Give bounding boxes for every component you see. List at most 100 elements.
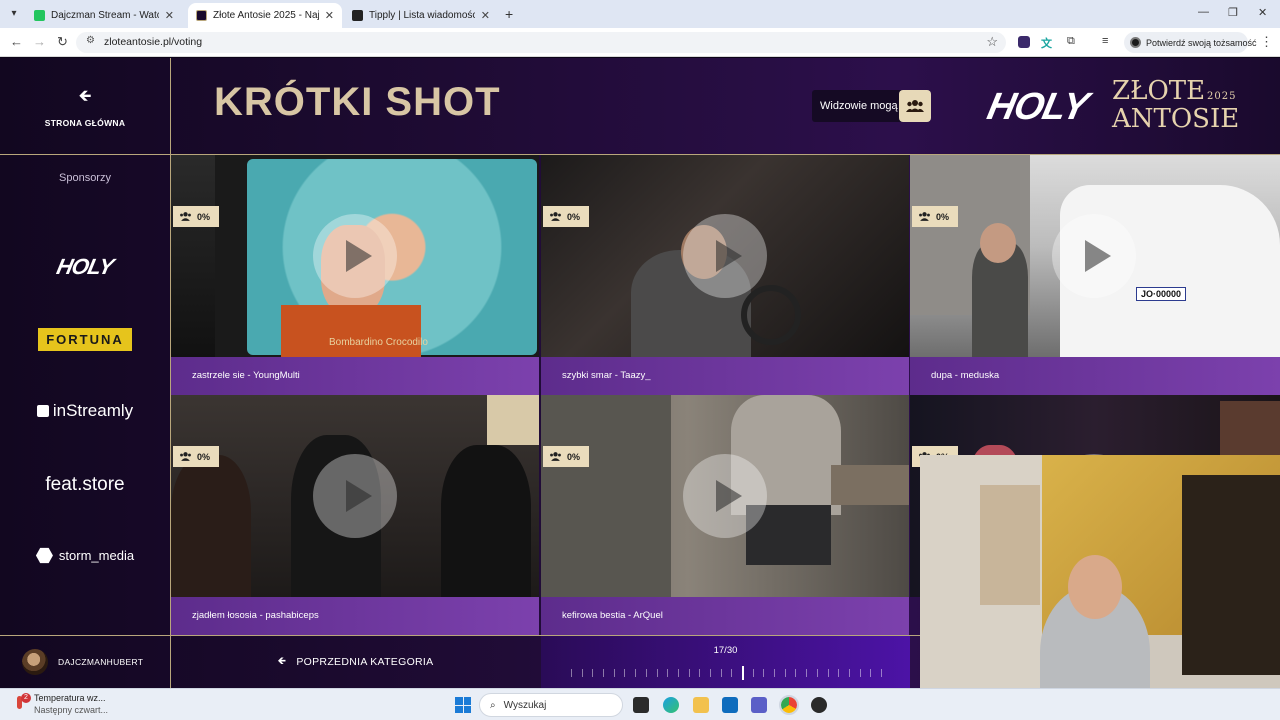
users-icon <box>550 212 561 221</box>
sponsor-name: feat.store <box>45 474 125 495</box>
app-icon[interactable] <box>811 697 827 713</box>
forward-icon[interactable]: → <box>33 35 46 49</box>
sponsor-name: FORTUNA <box>38 328 132 351</box>
minimize-icon[interactable]: — <box>1198 6 1209 18</box>
progress-tick <box>677 669 679 677</box>
progress-tick <box>827 669 829 677</box>
video-card[interactable]: JO·00000 0% dupa - meduska <box>910 155 1280 395</box>
sponsor-instreamly[interactable]: inStreamly <box>0 401 170 421</box>
play-button-icon[interactable] <box>1052 214 1136 298</box>
tab-close-icon[interactable]: ✕ <box>481 9 490 22</box>
notification-badge: 2 <box>21 693 31 703</box>
tab-close-icon[interactable]: ✕ <box>325 9 334 22</box>
tab-tipply[interactable]: Tipply | Lista wiadomości ✕ <box>344 3 498 28</box>
play-button-icon[interactable] <box>683 454 767 538</box>
chrome-icon[interactable] <box>779 695 799 715</box>
browser-menu-icon[interactable]: ⋮ <box>1260 34 1273 50</box>
previous-category-button[interactable]: 🡸 POPRZEDNIA KATEGORIA <box>171 636 540 688</box>
event-logo-year: 2025 <box>1207 91 1237 102</box>
user-profile[interactable]: DAJCZMANHUBERT <box>0 636 170 688</box>
progress-tick <box>688 669 690 677</box>
vote-percent: 0% <box>567 211 581 222</box>
vote-percent-badge: 0% <box>173 446 219 467</box>
reading-list-icon[interactable]: ≡ <box>1102 35 1108 47</box>
edge-icon[interactable] <box>663 697 679 713</box>
storm-media-mark-icon <box>35 547 53 564</box>
url-text[interactable]: zloteantosie.pl/voting <box>104 36 202 48</box>
kick-favicon-icon <box>34 10 45 21</box>
vote-percent-badge: 0% <box>543 446 589 467</box>
window-close-icon[interactable]: ✕ <box>1258 6 1267 19</box>
maximize-icon[interactable]: ❐ <box>1228 6 1238 19</box>
home-link[interactable]: 🡸 STRONA GŁÓWNA <box>0 58 170 154</box>
users-icon <box>550 452 561 461</box>
tab-label: Złote Antosie 2025 - Największ <box>213 10 319 21</box>
progress-tick <box>870 669 872 677</box>
site-info-icon[interactable]: ⚙ <box>86 35 95 46</box>
weather-widget[interactable]: 2 Temperatura wz... Następny czwart... <box>12 692 108 716</box>
video-card[interactable]: 0% zjadłem łososia - pashabiceps <box>171 395 539 635</box>
progress-tick <box>592 669 594 677</box>
video-title: szybki smar - Taazy_ <box>541 357 909 395</box>
video-title: dupa - meduska <box>910 357 1280 395</box>
viewers-label: Widzowie mogą <box>812 90 906 122</box>
progress-ticks <box>571 666 882 680</box>
tab-close-icon[interactable]: ✕ <box>165 9 174 22</box>
video-card[interactable]: 0% kefirowa bestia - ArQuel <box>541 395 909 635</box>
play-button-icon[interactable] <box>683 214 767 298</box>
users-icon <box>180 212 191 221</box>
progress-tick <box>613 669 615 677</box>
teams-icon[interactable] <box>751 697 767 713</box>
thermometer-icon: 2 <box>12 693 31 712</box>
sponsor-name: HOLY <box>54 254 116 279</box>
video-card[interactable]: 0% szybki smar - Taazy_ <box>541 155 909 395</box>
tab-zlote-antosie[interactable]: Złote Antosie 2025 - Największ ✕ <box>188 3 342 28</box>
sponsor-name: storm_media <box>58 548 135 563</box>
outlook-icon[interactable] <box>722 697 738 713</box>
back-arrow-icon: 🡸 <box>277 655 287 667</box>
progress-tick <box>816 669 818 677</box>
video-overlay-text: Bombardino Crocodilo <box>329 337 428 348</box>
search-icon: ⌕ <box>490 699 496 711</box>
weather-subtitle: Następny czwart... <box>34 705 109 715</box>
video-title: zjadłem łososia - pashabiceps <box>171 597 539 635</box>
users-icon <box>180 452 191 461</box>
viewers-vote-button[interactable] <box>899 90 931 122</box>
new-tab-icon[interactable]: + <box>505 6 513 22</box>
sponsors-heading: Sponsorzy <box>59 172 111 184</box>
omnibox[interactable]: ⚙ zloteantosie.pl/voting ☆ <box>76 32 1006 53</box>
windows-taskbar: 2 Temperatura wz... Następny czwart... ⌕… <box>0 688 1280 720</box>
tab-dajczman-stream[interactable]: Dajczman Stream - Watch Live ✕ <box>26 3 182 28</box>
progress-tick <box>806 669 808 677</box>
reload-icon[interactable]: ↻ <box>57 35 68 49</box>
category-progress: 17/30 <box>541 636 910 688</box>
taskbar-search[interactable]: ⌕ Wyszukaj <box>479 693 623 717</box>
task-view-icon[interactable] <box>633 697 649 713</box>
previous-category-label: POPRZEDNIA KATEGORIA <box>296 656 434 668</box>
back-icon[interactable]: ← <box>10 35 23 49</box>
video-title: kefirowa bestia - ArQuel <box>541 597 909 635</box>
file-explorer-icon[interactable] <box>693 697 709 713</box>
progress-tick <box>709 669 711 677</box>
bookmark-star-icon[interactable]: ☆ <box>986 34 998 50</box>
sponsor-storm-media[interactable]: storm_media <box>0 547 170 564</box>
play-button-icon[interactable] <box>313 214 397 298</box>
progress-tick <box>699 669 701 677</box>
tab-search-icon[interactable]: ▾ <box>6 6 22 22</box>
extension-icon[interactable] <box>1018 36 1030 48</box>
play-button-icon[interactable] <box>313 454 397 538</box>
zlote-antosie-favicon-icon <box>196 10 207 21</box>
sponsor-featstore[interactable]: feat.store <box>0 474 170 496</box>
start-windows-icon[interactable] <box>455 697 471 713</box>
sponsor-holy[interactable]: HOLY <box>0 254 170 280</box>
translate-extension-icon[interactable]: 文 <box>1041 35 1052 51</box>
event-logo-line1: ZŁOTE <box>1112 76 1206 106</box>
instreamly-mark-icon <box>36 405 49 417</box>
license-plate: JO·00000 <box>1136 287 1187 301</box>
video-card[interactable]: Bombardino Crocodilo 0% zastrzele sie - … <box>171 155 539 395</box>
users-icon <box>919 212 930 221</box>
sponsor-fortuna[interactable]: FORTUNA <box>0 328 170 351</box>
verify-identity-button[interactable]: Potwierdź swoją tożsamość <box>1124 32 1257 53</box>
extensions-puzzle-icon[interactable]: ⧉ <box>1067 35 1075 48</box>
progress-tick <box>838 669 840 677</box>
